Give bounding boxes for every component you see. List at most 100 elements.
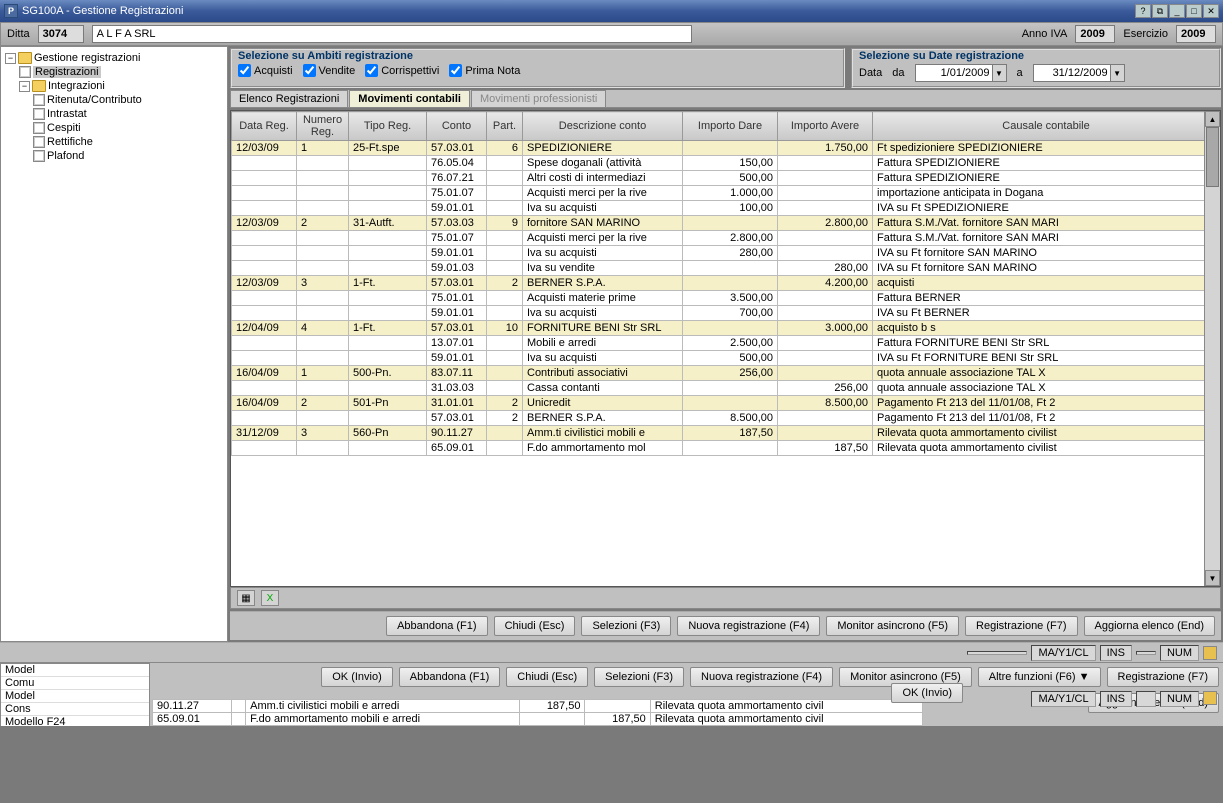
- a-label: a: [1017, 67, 1023, 79]
- export-excel-button[interactable]: X: [261, 590, 279, 606]
- anno-iva-label: Anno IVA: [1022, 28, 1068, 40]
- col-part[interactable]: Part.: [487, 112, 523, 141]
- restore-button[interactable]: ⧉: [1152, 4, 1168, 18]
- grid-icon: [33, 136, 45, 148]
- table-row[interactable]: 59.01.01Iva su acquisti500,00IVA su Ft F…: [232, 351, 1220, 366]
- col-causale[interactable]: Causale contabile: [873, 112, 1220, 141]
- data-label: Data: [859, 67, 882, 79]
- minimize-button[interactable]: _: [1169, 4, 1185, 18]
- maximize-button[interactable]: □: [1186, 4, 1202, 18]
- close-button[interactable]: ✕: [1203, 4, 1219, 18]
- bg-mini-grid: 90.11.27Amm.ti civilistici mobili e arre…: [152, 699, 923, 726]
- table-row[interactable]: 75.01.07Acquisti merci per la rive1.000,…: [232, 186, 1220, 201]
- tab-elenco[interactable]: Elenco Registrazioni: [230, 90, 348, 107]
- abbandona-button[interactable]: Abbandona (F1): [386, 616, 488, 636]
- chiudi-button[interactable]: Chiudi (Esc): [494, 616, 576, 636]
- tab-movimenti[interactable]: Movimenti contabili: [349, 90, 470, 107]
- col-descr[interactable]: Descrizione conto: [523, 112, 683, 141]
- background-window: ModelComuModelConsModello F24Gestione Pr…: [0, 662, 1223, 726]
- table-row[interactable]: 57.03.012BERNER S.P.A.8.500,00Pagamento …: [232, 411, 1220, 426]
- bg-nuova-button[interactable]: Nuova registrazione (F4): [690, 667, 833, 687]
- scroll-down-icon[interactable]: ▼: [1205, 570, 1220, 586]
- anno-iva-field[interactable]: 2009: [1075, 25, 1115, 43]
- tree-integrazioni[interactable]: −Integrazioni: [5, 79, 223, 93]
- tree-ritenuta[interactable]: Ritenuta/Contributo: [5, 93, 223, 107]
- cb-corrispettivi[interactable]: Corrispettivi: [365, 64, 439, 77]
- cb-vendite[interactable]: Vendite: [303, 64, 356, 77]
- cb-acquisti[interactable]: Acquisti: [238, 64, 293, 77]
- table-row[interactable]: 13.07.01Mobili e arredi2.500,00Fattura F…: [232, 336, 1220, 351]
- esercizio-field[interactable]: 2009: [1176, 25, 1216, 43]
- table-row[interactable]: 12/03/0931-Ft.57.03.012BERNER S.P.A.4.20…: [232, 276, 1220, 291]
- list-item[interactable]: Model: [1, 664, 149, 677]
- table-row[interactable]: 59.01.03Iva su vendite280,00IVA su Ft fo…: [232, 261, 1220, 276]
- aggiorna-button[interactable]: Aggiorna elenco (End): [1084, 616, 1215, 636]
- list-item[interactable]: Comu: [1, 677, 149, 690]
- nuova-button[interactable]: Nuova registrazione (F4): [677, 616, 820, 636]
- list-item[interactable]: Modello F24: [1, 716, 149, 726]
- list-item[interactable]: Model: [1, 690, 149, 703]
- bg-altre-button[interactable]: Altre funzioni (F6) ▼: [978, 667, 1101, 687]
- bg-chiudi-button[interactable]: Chiudi (Esc): [506, 667, 588, 687]
- list-item[interactable]: Cons: [1, 703, 149, 716]
- table-row[interactable]: 59.01.01Iva su acquisti700,00IVA su Ft B…: [232, 306, 1220, 321]
- tree-rettifiche[interactable]: Rettifiche: [5, 135, 223, 149]
- tabs: Elenco Registrazioni Movimenti contabili…: [230, 90, 1221, 108]
- bg-ok-button[interactable]: OK (Invio): [321, 667, 393, 687]
- grid-icon: [33, 108, 45, 120]
- cb-prima-nota[interactable]: Prima Nota: [449, 64, 520, 77]
- tab-professionisti: Movimenti professionisti: [471, 90, 606, 107]
- col-data[interactable]: Data Reg.: [232, 112, 297, 141]
- table-row[interactable]: 59.01.01Iva su acquisti280,00IVA su Ft f…: [232, 246, 1220, 261]
- selezioni-button[interactable]: Selezioni (F3): [581, 616, 671, 636]
- grid-options-button[interactable]: ▦: [237, 590, 255, 606]
- chevron-down-icon[interactable]: ▼: [993, 64, 1007, 82]
- date-from[interactable]: ▼: [915, 64, 1007, 82]
- table-row[interactable]: 90.11.27Amm.ti civilistici mobili e arre…: [153, 700, 923, 713]
- monitor-button[interactable]: Monitor asincrono (F5): [826, 616, 959, 636]
- table-row[interactable]: 59.01.01Iva su acquisti100,00IVA su Ft S…: [232, 201, 1220, 216]
- table-row[interactable]: 16/04/091500-Pn.83.07.11Contributi assoc…: [232, 366, 1220, 381]
- tree-cespiti[interactable]: Cespiti: [5, 121, 223, 135]
- grid-icon: [33, 94, 45, 106]
- scroll-up-icon[interactable]: ▲: [1205, 111, 1220, 127]
- scrollbar-vertical[interactable]: ▲ ▼: [1204, 111, 1220, 586]
- grid[interactable]: Data Reg. Numero Reg. Tipo Reg. Conto Pa…: [230, 110, 1221, 587]
- table-row[interactable]: 65.09.01F.do ammortamento mobili e arred…: [153, 713, 923, 726]
- date-to[interactable]: ▼: [1033, 64, 1125, 82]
- table-row[interactable]: 16/04/092501-Pn31.01.012Unicredit8.500,0…: [232, 396, 1220, 411]
- table-row[interactable]: 76.05.04Spese doganali (attività150,00Fa…: [232, 156, 1220, 171]
- bg-selezioni-button[interactable]: Selezioni (F3): [594, 667, 684, 687]
- tree-plafond[interactable]: Plafond: [5, 149, 223, 163]
- table-row[interactable]: 76.07.21Altri costi di intermediazi500,0…: [232, 171, 1220, 186]
- table-row[interactable]: 31/12/093560-Pn90.11.27Amm.ti civilistic…: [232, 426, 1220, 441]
- col-tipo[interactable]: Tipo Reg.: [349, 112, 427, 141]
- scroll-thumb[interactable]: [1206, 127, 1219, 187]
- table-row[interactable]: 31.03.03Cassa contanti256,00quota annual…: [232, 381, 1220, 396]
- table-row[interactable]: 75.01.07Acquisti merci per la rive2.800,…: [232, 231, 1220, 246]
- bg-ok-button-2[interactable]: OK (Invio): [891, 683, 963, 703]
- table-row[interactable]: 12/03/09125-Ft.spe57.03.016SPEDIZIONIERE…: [232, 141, 1220, 156]
- col-dare[interactable]: Importo Dare: [683, 112, 778, 141]
- chevron-down-icon[interactable]: ▼: [1111, 64, 1125, 82]
- table-row[interactable]: 12/04/0941-Ft.57.03.0110FORNITURE BENI S…: [232, 321, 1220, 336]
- col-num[interactable]: Numero Reg.: [297, 112, 349, 141]
- tree-intrastat[interactable]: Intrastat: [5, 107, 223, 121]
- tree-root[interactable]: −Gestione registrazioni: [5, 51, 223, 65]
- title-bar: P SG100A - Gestione Registrazioni ? ⧉ _ …: [0, 0, 1223, 22]
- bg-left-list[interactable]: ModelComuModelConsModello F24Gestione Pr…: [0, 663, 150, 726]
- col-avere[interactable]: Importo Avere: [778, 112, 873, 141]
- table-row[interactable]: 12/03/09231-Autft.57.03.039fornitore SAN…: [232, 216, 1220, 231]
- col-conto[interactable]: Conto: [427, 112, 487, 141]
- bg-registrazione-button[interactable]: Registrazione (F7): [1107, 667, 1219, 687]
- bg-abbandona-button[interactable]: Abbandona (F1): [399, 667, 501, 687]
- status-num: NUM: [1160, 645, 1199, 661]
- ditta-name-field[interactable]: A L F A SRL: [92, 25, 692, 43]
- table-row[interactable]: 75.01.01Acquisti materie prime3.500,00Fa…: [232, 291, 1220, 306]
- registrazione-button[interactable]: Registrazione (F7): [965, 616, 1077, 636]
- ditta-code-field[interactable]: 3074: [38, 25, 84, 43]
- tree-registrazioni[interactable]: Registrazioni: [5, 65, 223, 79]
- table-row[interactable]: 65.09.01F.do ammortamento mol187,50Rilev…: [232, 441, 1220, 456]
- help-button[interactable]: ?: [1135, 4, 1151, 18]
- status-ins: INS: [1100, 645, 1132, 661]
